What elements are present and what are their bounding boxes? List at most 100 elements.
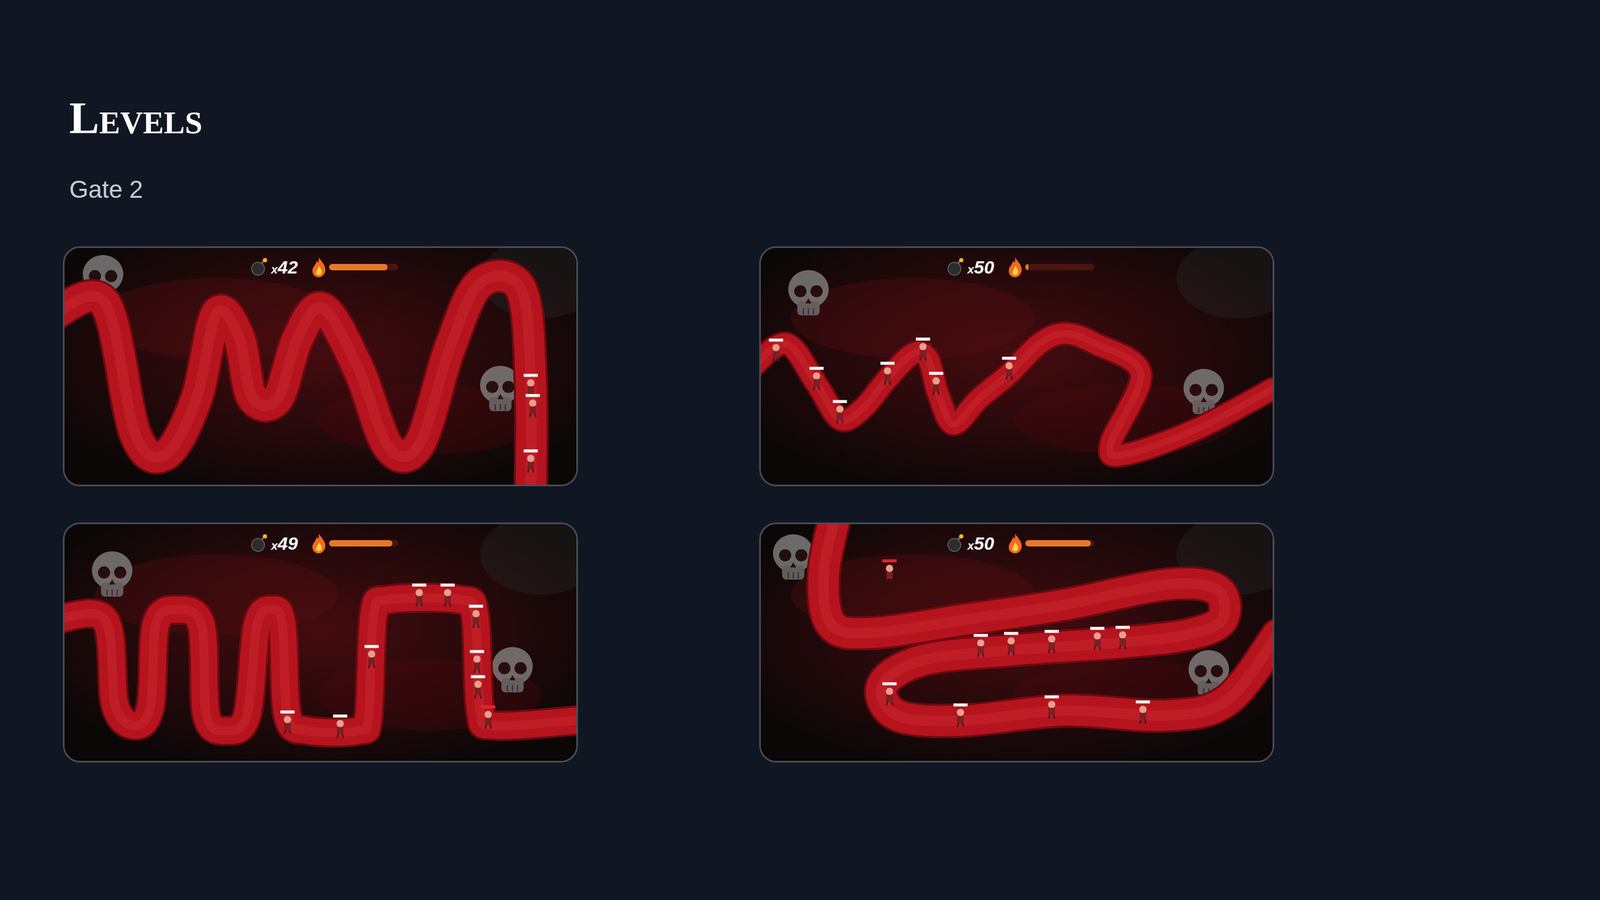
fire-bar	[1025, 540, 1095, 547]
slide-subtitle: Gate 2	[69, 177, 1600, 202]
enemy-health-bar	[882, 682, 897, 686]
enemy-health-bar	[1044, 629, 1059, 633]
bomb-counter: x50	[945, 533, 995, 554]
enemy[interactable]	[880, 361, 895, 385]
bomb-icon	[248, 256, 270, 278]
enemy-health-bar	[882, 559, 897, 563]
enemy-health-bar	[364, 645, 380, 649]
enemy[interactable]	[1090, 626, 1105, 650]
level-screenshot[interactable]: x50	[759, 522, 1275, 763]
enemy-health-bar	[468, 604, 484, 608]
fire-bar	[328, 540, 399, 547]
enemy[interactable]	[333, 714, 348, 738]
fire-icon	[1006, 532, 1025, 554]
enemy-health-bar	[1135, 700, 1151, 704]
enemy[interactable]	[1044, 629, 1059, 653]
enemy-health-bar	[832, 399, 848, 404]
bomb-counter: x42	[248, 256, 299, 278]
fire-icon	[309, 532, 328, 554]
hud: x42	[248, 256, 399, 278]
enemy-health-bar	[1001, 356, 1017, 360]
bomb-icon	[248, 533, 270, 554]
fire-icon	[1006, 256, 1025, 278]
level-screenshot[interactable]: x50	[759, 246, 1275, 487]
enemy[interactable]	[364, 645, 380, 669]
slide: Levels Gate 2 x42 x50 x49 x50	[0, 0, 1600, 900]
fire-bar-fill	[328, 263, 389, 271]
fire-bar	[328, 263, 399, 271]
enemy-health-bar	[280, 710, 295, 714]
enemy[interactable]	[440, 583, 455, 607]
enemy[interactable]	[953, 703, 968, 727]
skull-icon	[492, 647, 533, 693]
enemy[interactable]	[525, 394, 541, 417]
enemy-health-bar	[1003, 631, 1019, 635]
bomb-count: x42	[271, 258, 299, 278]
bomb-count: x50	[967, 534, 995, 554]
enemy-health-bar	[523, 449, 538, 453]
enemy[interactable]	[882, 682, 897, 706]
skull-icon	[788, 270, 829, 316]
bomb-icon	[945, 256, 966, 278]
level-screenshot[interactable]: x49	[62, 522, 578, 763]
fire-bar-fill	[328, 540, 393, 547]
road	[64, 275, 532, 485]
hud: x50	[945, 532, 1095, 554]
fire-meter	[1006, 256, 1095, 278]
bomb-counter: x50	[945, 256, 995, 278]
fire-meter	[1006, 532, 1095, 554]
enemy-health-bar	[880, 361, 895, 365]
enemy[interactable]	[832, 399, 848, 423]
enemy-health-bar	[412, 583, 427, 587]
enemy-health-bar	[1090, 626, 1105, 631]
enemy-health-bar	[809, 366, 824, 371]
bomb-icon	[945, 533, 966, 554]
enemy[interactable]	[523, 373, 538, 397]
fire-bar	[1025, 263, 1095, 271]
bomb-counter: x49	[248, 533, 299, 554]
enemy[interactable]	[470, 674, 486, 698]
level-screenshot[interactable]: x42	[62, 246, 578, 487]
enemy[interactable]	[412, 583, 427, 607]
enemy-health-bar	[1115, 625, 1130, 630]
enemy[interactable]	[280, 710, 295, 734]
enemy[interactable]	[469, 649, 485, 673]
enemy[interactable]	[1003, 631, 1019, 655]
enemy[interactable]	[973, 633, 988, 657]
level-map	[760, 247, 1273, 485]
enemy[interactable]	[480, 705, 496, 729]
fire-bar-fill	[1025, 263, 1029, 271]
enemy[interactable]	[523, 449, 538, 473]
level-grid: x42 x50 x49 x50	[62, 246, 1600, 763]
enemy-health-bar	[470, 674, 486, 679]
fire-icon	[309, 256, 328, 278]
enemy[interactable]	[915, 337, 931, 361]
enemy[interactable]	[809, 366, 824, 390]
enemy[interactable]	[929, 371, 944, 395]
enemy[interactable]	[468, 604, 484, 628]
enemy[interactable]	[1044, 695, 1059, 719]
enemy-health-bar	[469, 649, 485, 654]
fire-meter	[309, 256, 399, 278]
level-map	[64, 247, 577, 485]
enemy[interactable]	[882, 559, 897, 583]
bomb-count: x49	[271, 534, 299, 554]
slide-title: Levels	[69, 95, 1600, 141]
hud: x50	[945, 256, 1095, 278]
enemy-health-bar	[523, 373, 538, 377]
hud: x49	[248, 532, 399, 554]
enemy[interactable]	[1115, 625, 1130, 649]
road	[823, 524, 1273, 721]
road	[760, 333, 1273, 457]
enemy-health-bar	[525, 394, 541, 398]
enemy-health-bar	[973, 633, 988, 638]
bomb-count: x50	[967, 258, 995, 278]
enemy[interactable]	[1135, 700, 1151, 724]
enemy-health-bar	[1044, 695, 1059, 699]
enemy-health-bar	[440, 583, 455, 587]
enemy-health-bar	[953, 703, 968, 707]
enemy[interactable]	[768, 338, 784, 362]
enemy[interactable]	[1001, 356, 1017, 380]
enemy-health-bar	[929, 371, 944, 375]
enemy-health-bar	[333, 714, 348, 718]
